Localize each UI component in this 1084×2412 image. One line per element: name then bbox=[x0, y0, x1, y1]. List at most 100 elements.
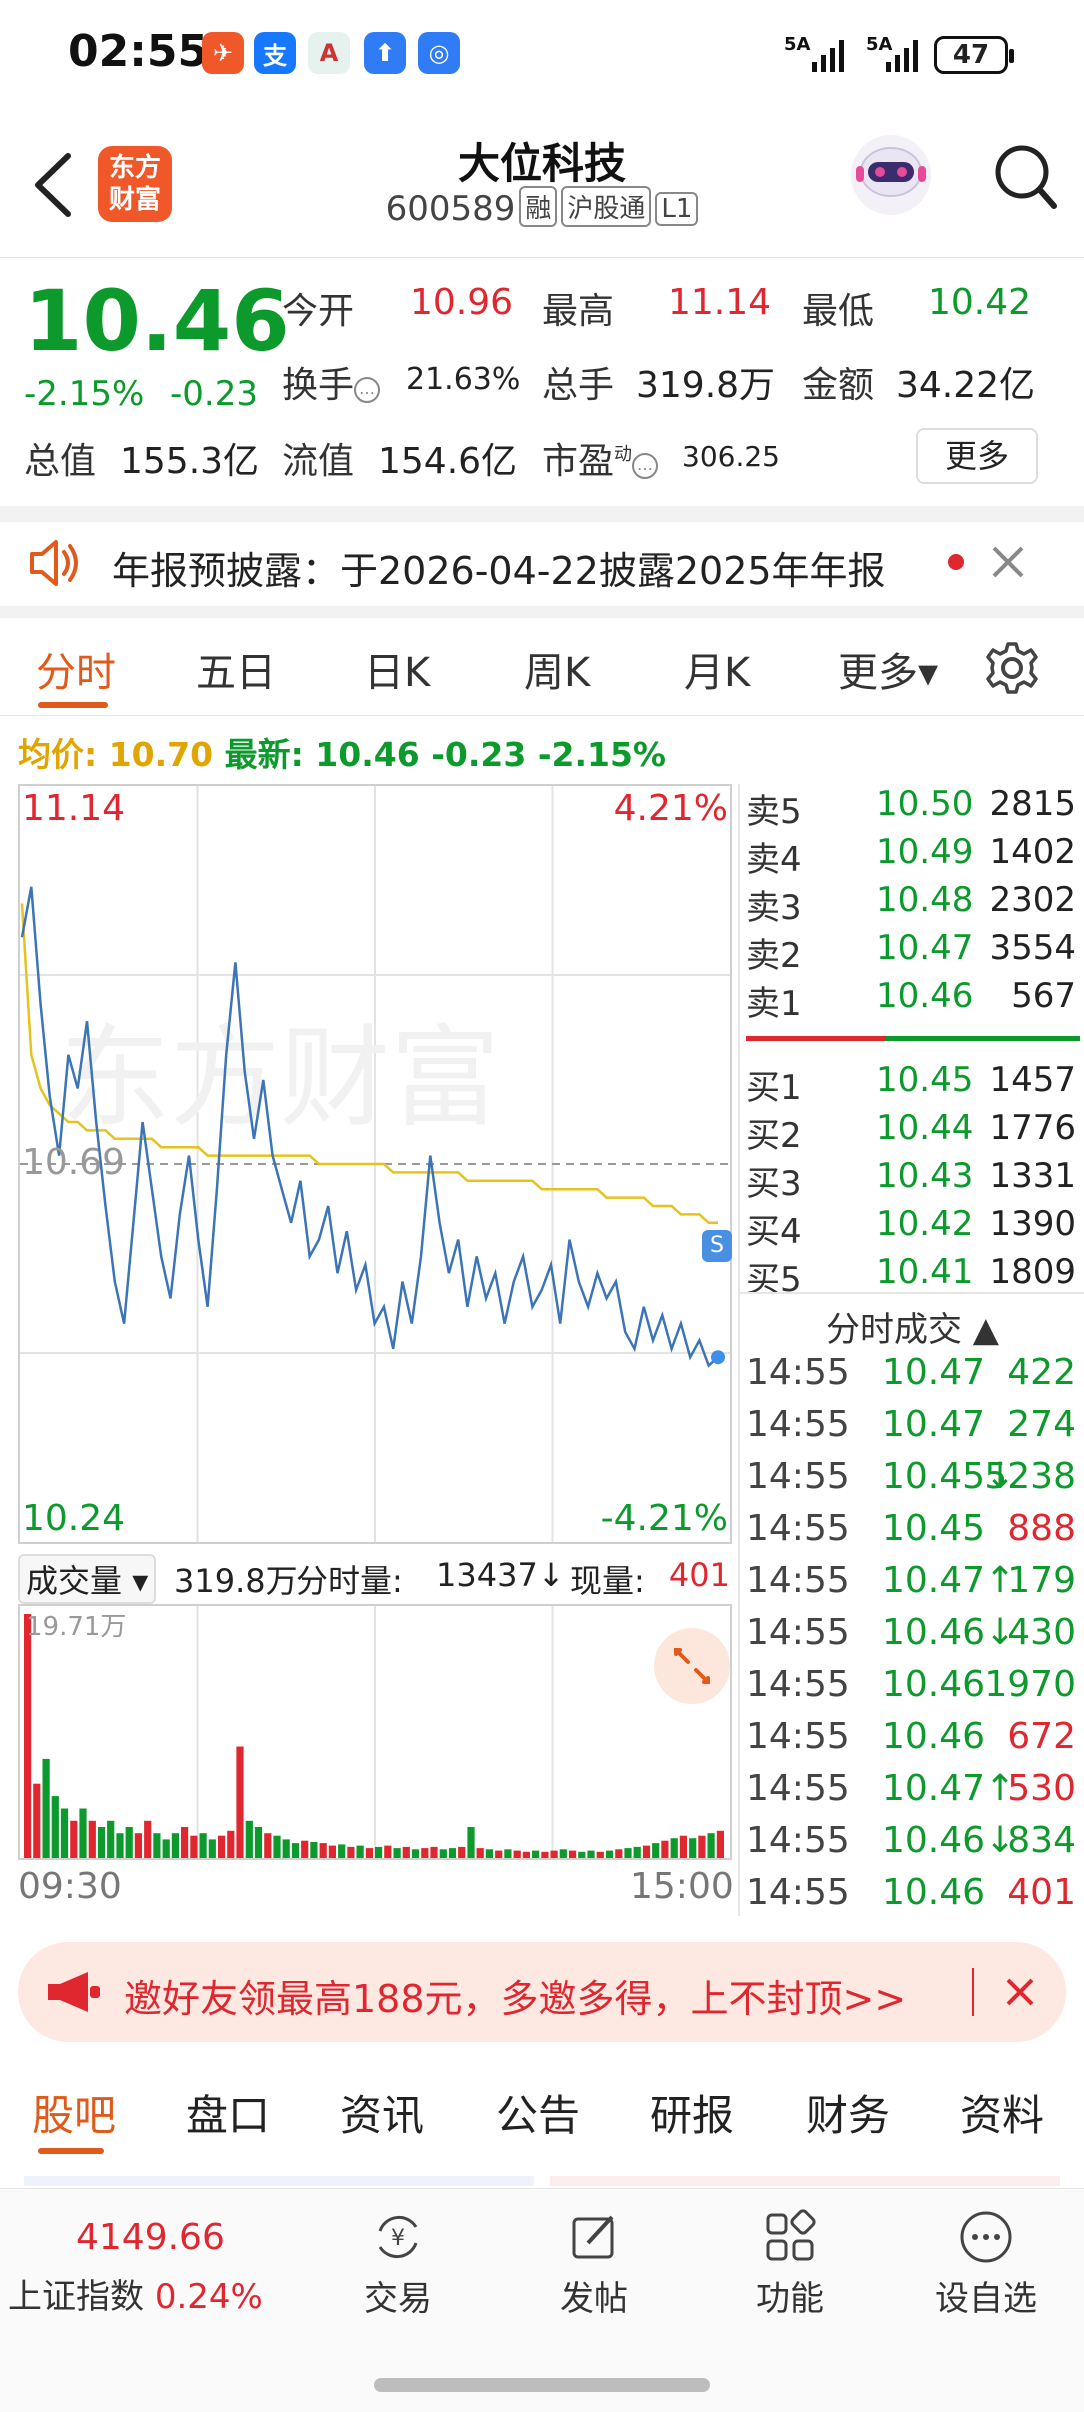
order-level-label: 卖4 bbox=[746, 840, 802, 880]
tab-research[interactable]: 研报 bbox=[650, 2082, 734, 2143]
volume-bar bbox=[448, 1848, 457, 1858]
tab-profile[interactable]: 资料 bbox=[960, 2082, 1044, 2143]
paper-plane-icon: ✈ bbox=[202, 32, 244, 74]
promo-text: 邀好友领最高188元，多邀多得，上不封顶>> bbox=[124, 1977, 907, 2021]
fullscreen-expand-button[interactable] bbox=[654, 1628, 730, 1704]
connect-tag: 沪股通 bbox=[561, 186, 652, 227]
volume-bar bbox=[199, 1833, 207, 1858]
total-volume: 319.8万 bbox=[174, 1562, 298, 1600]
search-icon[interactable] bbox=[990, 138, 1060, 214]
volume-bar bbox=[411, 1849, 420, 1858]
nav-post[interactable]: 发帖 bbox=[524, 2209, 664, 2320]
ask-row[interactable]: 卖2 10.47 3554 bbox=[746, 928, 1080, 976]
notice-bar[interactable]: 年报预披露：于2026-04-22披露2025年年报 bbox=[0, 512, 1084, 616]
promo-banner[interactable]: 邀好友领最高188元，多邀多得，上不封顶>> bbox=[18, 1942, 1066, 2042]
content-preview-left bbox=[24, 2176, 534, 2186]
open-label: 今开 bbox=[282, 291, 355, 332]
trade-row: 14:55 10.46 1970 bbox=[746, 1664, 1080, 1716]
index-value: 4149.66 bbox=[76, 2217, 225, 2258]
pe-info-icon[interactable]: … bbox=[632, 453, 659, 479]
order-book-divider bbox=[746, 1036, 1080, 1041]
ask-row[interactable]: 卖3 10.48 2302 bbox=[746, 880, 1080, 928]
trade-row: 14:55 10.47↑ 530 bbox=[746, 1768, 1080, 1820]
trade-volume: 834 bbox=[1007, 1820, 1076, 1861]
trade-time: 14:55 bbox=[746, 1872, 850, 1913]
trade-volume: 179 bbox=[1007, 1560, 1076, 1601]
tab-guba[interactable]: 股吧 bbox=[32, 2082, 116, 2143]
tab-monthly-k[interactable]: 月K bbox=[684, 640, 750, 698]
volume-bar bbox=[504, 1849, 512, 1858]
turnover-label: 换手… bbox=[282, 356, 381, 408]
tab-financials[interactable]: 财务 bbox=[806, 2082, 890, 2143]
change-amount: -0.23 bbox=[170, 374, 258, 414]
nav-trade[interactable]: ¥ 交易 bbox=[328, 2209, 468, 2320]
float-value: 154.6亿 bbox=[378, 441, 518, 482]
nav-watchlist[interactable]: 设自选 bbox=[916, 2209, 1056, 2320]
home-indicator bbox=[374, 2378, 710, 2392]
tab-more[interactable]: 更多▾ bbox=[838, 640, 938, 698]
order-volume: 1809 bbox=[989, 1252, 1076, 1292]
order-price: 10.45 bbox=[876, 1060, 974, 1100]
intraday-chart[interactable]: 东方财富 11.14 4.21% 10.69 10.24 -4.21% S bbox=[18, 784, 732, 1544]
trade-time: 14:55 bbox=[746, 1716, 850, 1757]
settings-gear-icon[interactable] bbox=[984, 640, 1040, 696]
s-marker-icon[interactable]: S bbox=[702, 1230, 732, 1262]
tab-announcements[interactable]: 公告 bbox=[496, 2082, 580, 2143]
order-price: 10.46 bbox=[876, 976, 974, 1016]
volume-bar bbox=[33, 1783, 41, 1858]
robot-assistant-icon[interactable] bbox=[848, 130, 934, 220]
close-icon[interactable] bbox=[990, 544, 1026, 580]
ask-row[interactable]: 卖5 10.50 2815 bbox=[746, 784, 1080, 832]
bid-row[interactable]: 买1 10.45 1457 bbox=[746, 1060, 1080, 1108]
order-price: 10.41 bbox=[876, 1252, 974, 1292]
trade-row: 14:55 10.45 888 bbox=[746, 1508, 1080, 1560]
alipay-icon: 支 bbox=[254, 32, 296, 74]
low-label: 最低 bbox=[802, 291, 875, 332]
info-tabs: 股吧 盘口 资讯 公告 研报 财务 资料 bbox=[0, 2060, 1084, 2164]
low-value: 10.42 bbox=[928, 282, 1032, 323]
tab-intraday[interactable]: 分时 bbox=[36, 640, 116, 698]
trade-row: 14:55 10.47 422 bbox=[746, 1352, 1080, 1404]
nav-functions[interactable]: 功能 bbox=[720, 2209, 860, 2320]
stock-header: 东方 财富 大位科技 600589 融沪股通 L1 bbox=[0, 110, 1084, 258]
tab-five-day[interactable]: 五日 bbox=[196, 640, 276, 698]
order-price: 10.44 bbox=[876, 1108, 974, 1148]
order-level-label: 卖2 bbox=[746, 936, 802, 976]
margin-tag: 融 bbox=[519, 186, 558, 227]
status-bar: 02:55 ✈ 支 A ⬆ ◎ 5A 5A 47 bbox=[0, 0, 1084, 110]
trade-row: 14:55 10.46↓ 834 bbox=[746, 1820, 1080, 1872]
amount-value: 34.22亿 bbox=[896, 365, 1036, 406]
tab-news[interactable]: 资讯 bbox=[340, 2082, 424, 2143]
volume-bar bbox=[485, 1849, 493, 1858]
tab-daily-k[interactable]: 日K bbox=[364, 640, 430, 698]
index-name: 上证指数 0.24% bbox=[8, 2277, 263, 2317]
tab-pankou[interactable]: 盘口 bbox=[186, 2082, 270, 2143]
order-price: 10.43 bbox=[876, 1156, 974, 1196]
signal-bars-icon bbox=[812, 40, 844, 72]
order-volume: 2815 bbox=[989, 784, 1076, 824]
megaphone-icon bbox=[48, 1972, 100, 2012]
bid-row[interactable]: 买2 10.44 1776 bbox=[746, 1108, 1080, 1156]
float-label: 流值 bbox=[282, 441, 355, 482]
mcap-label: 总值 bbox=[24, 441, 97, 482]
order-volume: 1776 bbox=[989, 1108, 1076, 1148]
tab-weekly-k[interactable]: 周K bbox=[524, 640, 590, 698]
trade-price: 10.47↑ bbox=[882, 1768, 1016, 1809]
info-icon[interactable]: … bbox=[354, 377, 381, 403]
volume-bar bbox=[550, 1850, 558, 1858]
ask-row[interactable]: 卖4 10.49 1402 bbox=[746, 832, 1080, 880]
bid-row[interactable]: 买3 10.43 1331 bbox=[746, 1156, 1080, 1204]
promo-close-icon[interactable] bbox=[1004, 1976, 1036, 2008]
trades-title[interactable]: 分时成交 ▲ bbox=[826, 1302, 999, 1351]
volume-selector[interactable]: 成交量 ▾ bbox=[18, 1554, 157, 1604]
more-quote-button[interactable]: 更多 bbox=[916, 428, 1038, 484]
volume-chart[interactable]: 19.71万 bbox=[18, 1604, 732, 1860]
volume-bar bbox=[125, 1827, 133, 1858]
last-price: 10.46 bbox=[24, 272, 290, 370]
volume-bar bbox=[716, 1830, 724, 1858]
bid-row[interactable]: 买4 10.42 1390 bbox=[746, 1204, 1080, 1252]
volume-bar bbox=[476, 1848, 484, 1858]
ask-row[interactable]: 卖1 10.46 567 bbox=[746, 976, 1080, 1024]
edit-post-icon bbox=[572, 2215, 614, 2259]
trade-time: 14:55 bbox=[746, 1508, 850, 1549]
